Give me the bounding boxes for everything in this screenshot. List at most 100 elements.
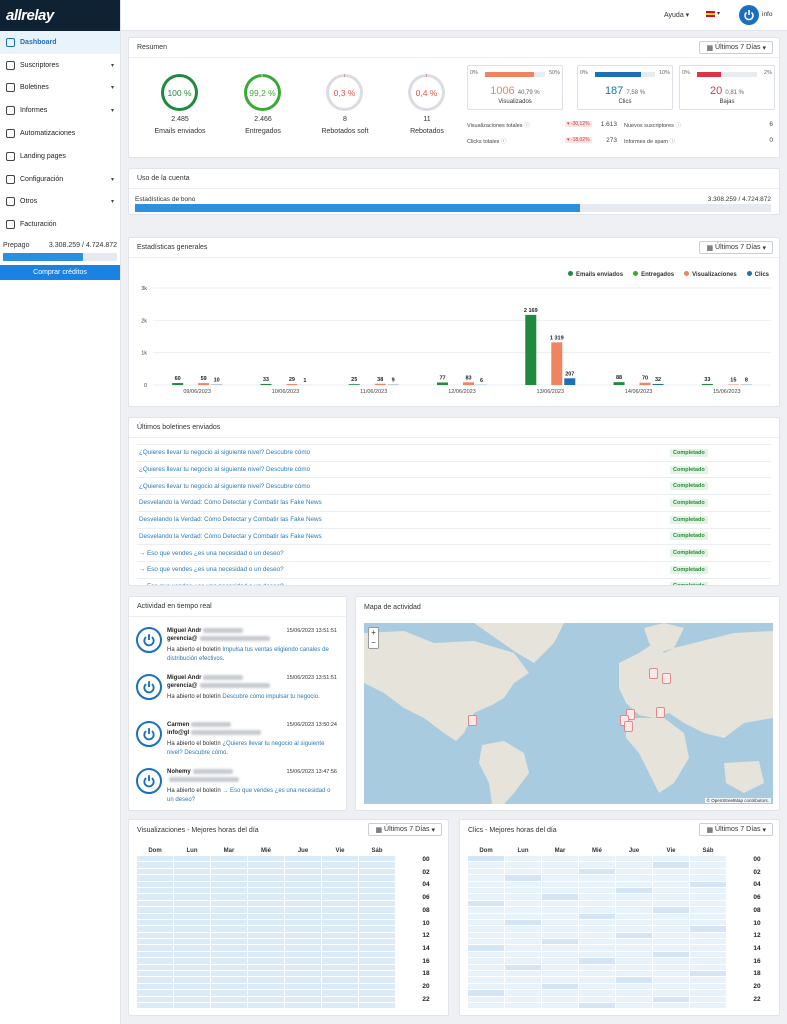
newsletter-link[interactable]: ¿Quieres llevar tu negocio al siguiente … [139, 483, 310, 490]
day-header: Lun [517, 847, 529, 854]
heat-cell [211, 868, 247, 875]
heat-cell [248, 881, 284, 887]
heat-cell [211, 900, 247, 907]
hour-label: 08 [753, 906, 761, 914]
heat-cell [174, 945, 210, 951]
map-marker-icon[interactable] [624, 721, 633, 732]
map-marker-icon[interactable] [656, 707, 665, 718]
box-value-row: 187 7,58 % [578, 85, 672, 97]
sidebar-item-dashboard[interactable]: Dashboard [0, 31, 120, 54]
user-name[interactable]: info [762, 11, 772, 18]
map-marker-icon[interactable] [649, 668, 658, 679]
legend-item-clics[interactable]: Clics [746, 271, 769, 278]
sidebar-item-label: Dashboard [20, 38, 57, 46]
sidebar-item-otros[interactable]: Otros ▾ [0, 191, 120, 214]
map-marker-icon[interactable] [468, 715, 477, 726]
power-icon [143, 775, 155, 788]
sidebar-item-label: Otros [20, 198, 38, 206]
legend-item-entregados[interactable]: Entregados [633, 271, 674, 278]
heat-cell [322, 964, 358, 971]
heat-cell [137, 919, 173, 926]
metric-count: 2.466 [254, 116, 272, 123]
heat-cell [468, 907, 504, 913]
brand-logo[interactable]: allrelay [0, 0, 120, 31]
heat-cell [174, 900, 210, 907]
sidebar-item-configuracion[interactable]: Configuración ▾ [0, 168, 120, 191]
bar-emails-enviados [701, 383, 713, 385]
heat-cell [248, 964, 284, 971]
user-avatar[interactable] [739, 5, 759, 25]
newsletter-link[interactable]: ¿Quieres llevar tu negocio al siguiente … [139, 466, 310, 473]
heat-cell [468, 996, 504, 1002]
heat-cell [359, 919, 395, 926]
heat-cell [542, 964, 578, 971]
heat-cell [690, 894, 726, 900]
sidebar-item-boletines[interactable]: Boletines ▾ [0, 77, 120, 100]
activity-name: Carmen [167, 722, 287, 728]
heat-cell [137, 856, 173, 862]
sidebar-item-informes[interactable]: Informes ▾ [0, 99, 120, 122]
newsletter-link[interactable]: Desvelando la Verdad: Cómo Detectar y Co… [139, 533, 322, 540]
newsletter-link[interactable]: → Eso que vendes ¿es una necesidad o un … [139, 583, 284, 585]
sidebar-item-landing-pages[interactable]: Landing pages [0, 145, 120, 168]
heat-cell [468, 926, 504, 932]
heat-cell [505, 958, 541, 964]
heat-cell [174, 887, 210, 894]
sidebar-item-facturacion[interactable]: Facturación [0, 213, 120, 236]
power-icon [143, 728, 155, 741]
heat-cell [616, 907, 652, 913]
activity-map[interactable]: + − © OpenStreetMap contributors. [364, 623, 773, 804]
prepago-bar-fill [3, 253, 83, 262]
sidebar-item-automatizaciones[interactable]: Automatizaciones [0, 122, 120, 145]
hour-label: 00 [422, 856, 430, 863]
zoom-in-button[interactable]: + [369, 628, 378, 638]
activity-link[interactable]: Descubre cómo impulsar tu negocio [222, 694, 318, 700]
heat-cell [137, 977, 173, 983]
legend-item-emails-enviados[interactable]: Emails enviados [568, 271, 623, 278]
sidebar-item-suscriptores[interactable]: Suscriptores ▾ [0, 54, 120, 77]
uso-bar-fill [135, 204, 581, 212]
table-row: Desvelando la Verdad: Cómo Detectar y Co… [137, 510, 771, 528]
stat-label: Nuevos suscriptores [624, 123, 674, 129]
buy-credits-button[interactable]: Comprar créditos [0, 265, 120, 281]
zoom-out-button[interactable]: − [369, 638, 378, 648]
language-flag-icon[interactable] [706, 11, 715, 17]
newsletter-link[interactable]: Desvelando la Verdad: Cómo Detectar y Co… [139, 516, 322, 523]
stat-value: 0 [769, 137, 773, 144]
newsletter-link[interactable]: → Eso que vendes ¿es una necesidad o un … [139, 566, 284, 573]
info-icon[interactable]: ⓘ [668, 139, 676, 145]
sidebar-item-label: Informes [20, 107, 48, 115]
heat-cell [690, 926, 726, 932]
estadisticas-period-select[interactable]: ▦ Últimos 7 Días ▾ [699, 241, 773, 254]
heat-cell [579, 868, 615, 875]
heat-cell [285, 907, 321, 913]
heat-cell [505, 932, 541, 939]
newsletter-link[interactable]: → Eso que vendes ¿es una necesidad o un … [139, 550, 284, 557]
heat-cell [690, 964, 726, 971]
newsletter-link[interactable]: ¿Quieres llevar tu negocio al siguiente … [139, 449, 310, 456]
box-bar-fill [595, 72, 641, 77]
info-icon[interactable]: ⓘ [499, 139, 507, 145]
heat-cell [285, 945, 321, 951]
info-icon[interactable]: ⓘ [523, 123, 530, 129]
heat-cell [285, 868, 321, 875]
heat-cell [322, 971, 358, 977]
x-tick-label: 11/06/2023 [360, 389, 387, 395]
info-icon[interactable]: ⓘ [674, 123, 681, 129]
heat-vis-period-select[interactable]: ▦ Últimos 7 Días ▾ [368, 823, 442, 836]
estadisticas-card: Estadísticas generales ▦ Últimos 7 Días … [128, 237, 780, 407]
heat-cell [359, 983, 395, 990]
resumen-period-select[interactable]: ▦ Últimos 7 Días ▾ [699, 41, 773, 54]
heat-cell [616, 990, 652, 996]
heat-cell [359, 964, 395, 971]
map-marker-icon[interactable] [662, 673, 671, 684]
language-chevron-icon[interactable]: ▾ [717, 10, 720, 17]
activity-prefix: Ha abierto el boletín [167, 788, 223, 794]
heat-clics-period-select[interactable]: ▦ Últimos 7 Días ▾ [699, 823, 773, 836]
newsletter-link[interactable]: Desvelando la Verdad: Cómo Detectar y Co… [139, 499, 322, 506]
legend-item-visualizaciones[interactable]: Visualizaciones [684, 271, 737, 278]
help-menu[interactable]: Ayuda ▾ [664, 11, 689, 19]
box-bar [697, 72, 757, 77]
heat-cell [690, 919, 726, 926]
heat-cell [359, 951, 395, 958]
